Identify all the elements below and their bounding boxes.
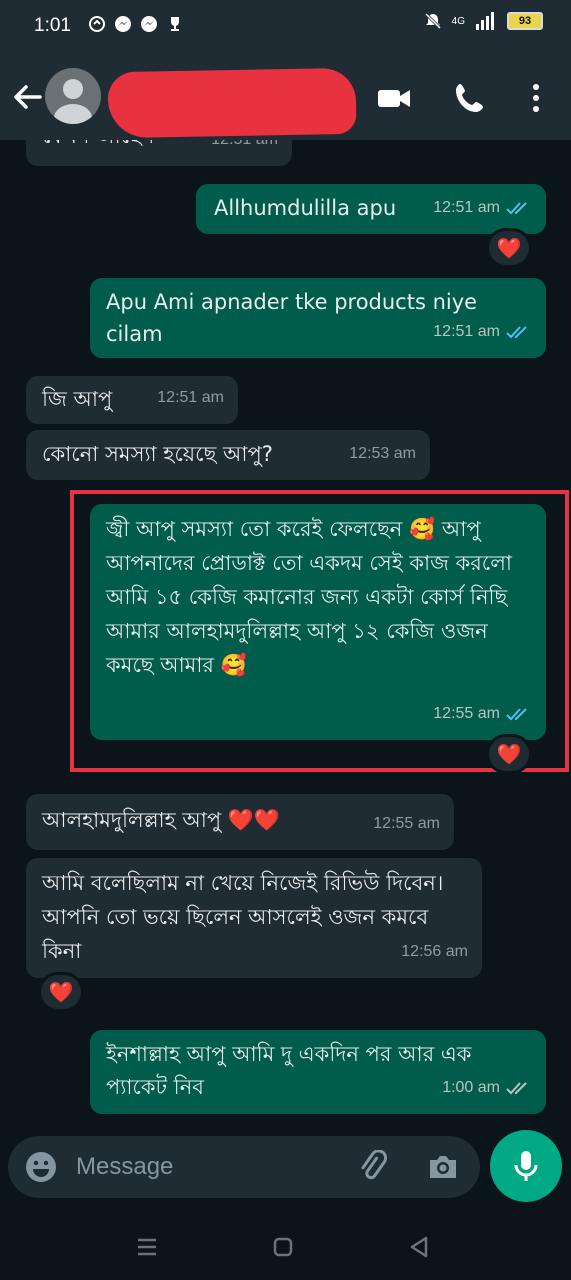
avatar-icon (54, 79, 92, 124)
message-in[interactable]: কেমন আছেন 12:51 am (26, 140, 292, 166)
message-time: 12:51 am (211, 140, 278, 156)
signal-icon (476, 12, 494, 30)
read-ticks-icon (506, 202, 527, 215)
message-in[interactable]: জি আপু 12:51 am (26, 376, 238, 424)
message-in[interactable]: আমি বলেছিলাম না খেয়ে নিজেই রিভিউ দিবেন।… (26, 858, 482, 978)
message-in[interactable]: কোনো সমস্যা হয়েছে আপু? 12:53 am (26, 430, 430, 480)
message-time: 12:55 am (433, 698, 532, 730)
chat-area[interactable]: কেমন আছেন 12:51 am Allhumdulilla apu 12:… (0, 140, 571, 1126)
reaction-badge[interactable]: ❤️ (38, 972, 84, 1012)
message-out[interactable]: Allhumdulilla apu 12:51 am (196, 184, 546, 234)
messenger-icon (115, 16, 131, 32)
recents-icon[interactable] (134, 1234, 160, 1260)
message-time: 12:51 am (157, 389, 224, 406)
redacted-contact-name[interactable] (107, 67, 357, 139)
chat-header (0, 52, 571, 140)
delivered-ticks-icon (506, 1082, 527, 1095)
status-right: 4G 93 (424, 12, 543, 30)
message-time: 1:00 am (442, 1072, 532, 1104)
reaction-badge[interactable]: ❤️ (486, 734, 532, 774)
message-out[interactable]: ইনশাল্লাহ আপু আমি দু একদিন পর আর এক প্যা… (90, 1030, 546, 1114)
message-text: আলহামদুলিল্লাহ আপু ❤️❤️ (42, 808, 281, 832)
navigation-bar (0, 1210, 571, 1280)
mute-bell-icon (424, 12, 441, 30)
message-time: 12:53 am (349, 445, 416, 462)
message-out[interactable]: Apu Ami apnader tke products niye cilam … (90, 278, 546, 358)
back-arrow-icon[interactable] (10, 80, 44, 114)
mic-icon (514, 1151, 538, 1181)
battery-indicator: 93 (507, 12, 543, 30)
message-time: 12:51 am (433, 192, 532, 224)
status-bar: 1:01 4G 93 (0, 0, 571, 52)
mic-button[interactable] (490, 1130, 562, 1202)
message-out[interactable]: জ্বী আপু সমস্যা তো করেই ফেলছেন 🥰 আপু আপন… (90, 504, 546, 740)
message-time: 12:56 am (401, 943, 468, 960)
camera-icon[interactable] (426, 1150, 460, 1184)
trophy-icon (171, 17, 179, 31)
message-text: Allhumdulilla apu (214, 196, 397, 220)
message-text: কেমন আছেন (42, 140, 154, 152)
message-text: কোনো সমস্যা হয়েছে আপু? (42, 442, 273, 466)
message-text: জ্বী আপু সমস্যা তো করেই ফেলছেন 🥰 আপু আপন… (106, 517, 512, 677)
attach-icon[interactable] (356, 1150, 390, 1184)
emoji-icon[interactable] (24, 1150, 58, 1184)
sync-icon (89, 16, 105, 32)
home-icon[interactable] (270, 1234, 296, 1260)
network-label: 4G (451, 15, 465, 27)
read-ticks-icon (506, 326, 527, 339)
message-in[interactable]: আলহামদুলিল্লাহ আপু ❤️❤️ 12:55 am (26, 794, 454, 850)
message-input[interactable] (76, 1150, 336, 1184)
nav-back-icon[interactable] (406, 1234, 432, 1260)
status-time: 1:01 (34, 15, 71, 36)
message-composer (8, 1136, 480, 1198)
message-time: 12:51 am (433, 316, 532, 348)
messenger-icon (141, 16, 157, 32)
more-menu-icon[interactable] (518, 80, 554, 116)
video-call-icon[interactable] (376, 80, 412, 116)
avatar[interactable] (45, 68, 101, 124)
message-time: 12:55 am (373, 815, 440, 832)
reaction-badge[interactable]: ❤️ (486, 228, 532, 268)
notification-icons (88, 15, 184, 33)
message-text: জি আপু (42, 387, 113, 411)
read-ticks-icon (506, 708, 527, 721)
phone-icon[interactable] (452, 80, 488, 116)
